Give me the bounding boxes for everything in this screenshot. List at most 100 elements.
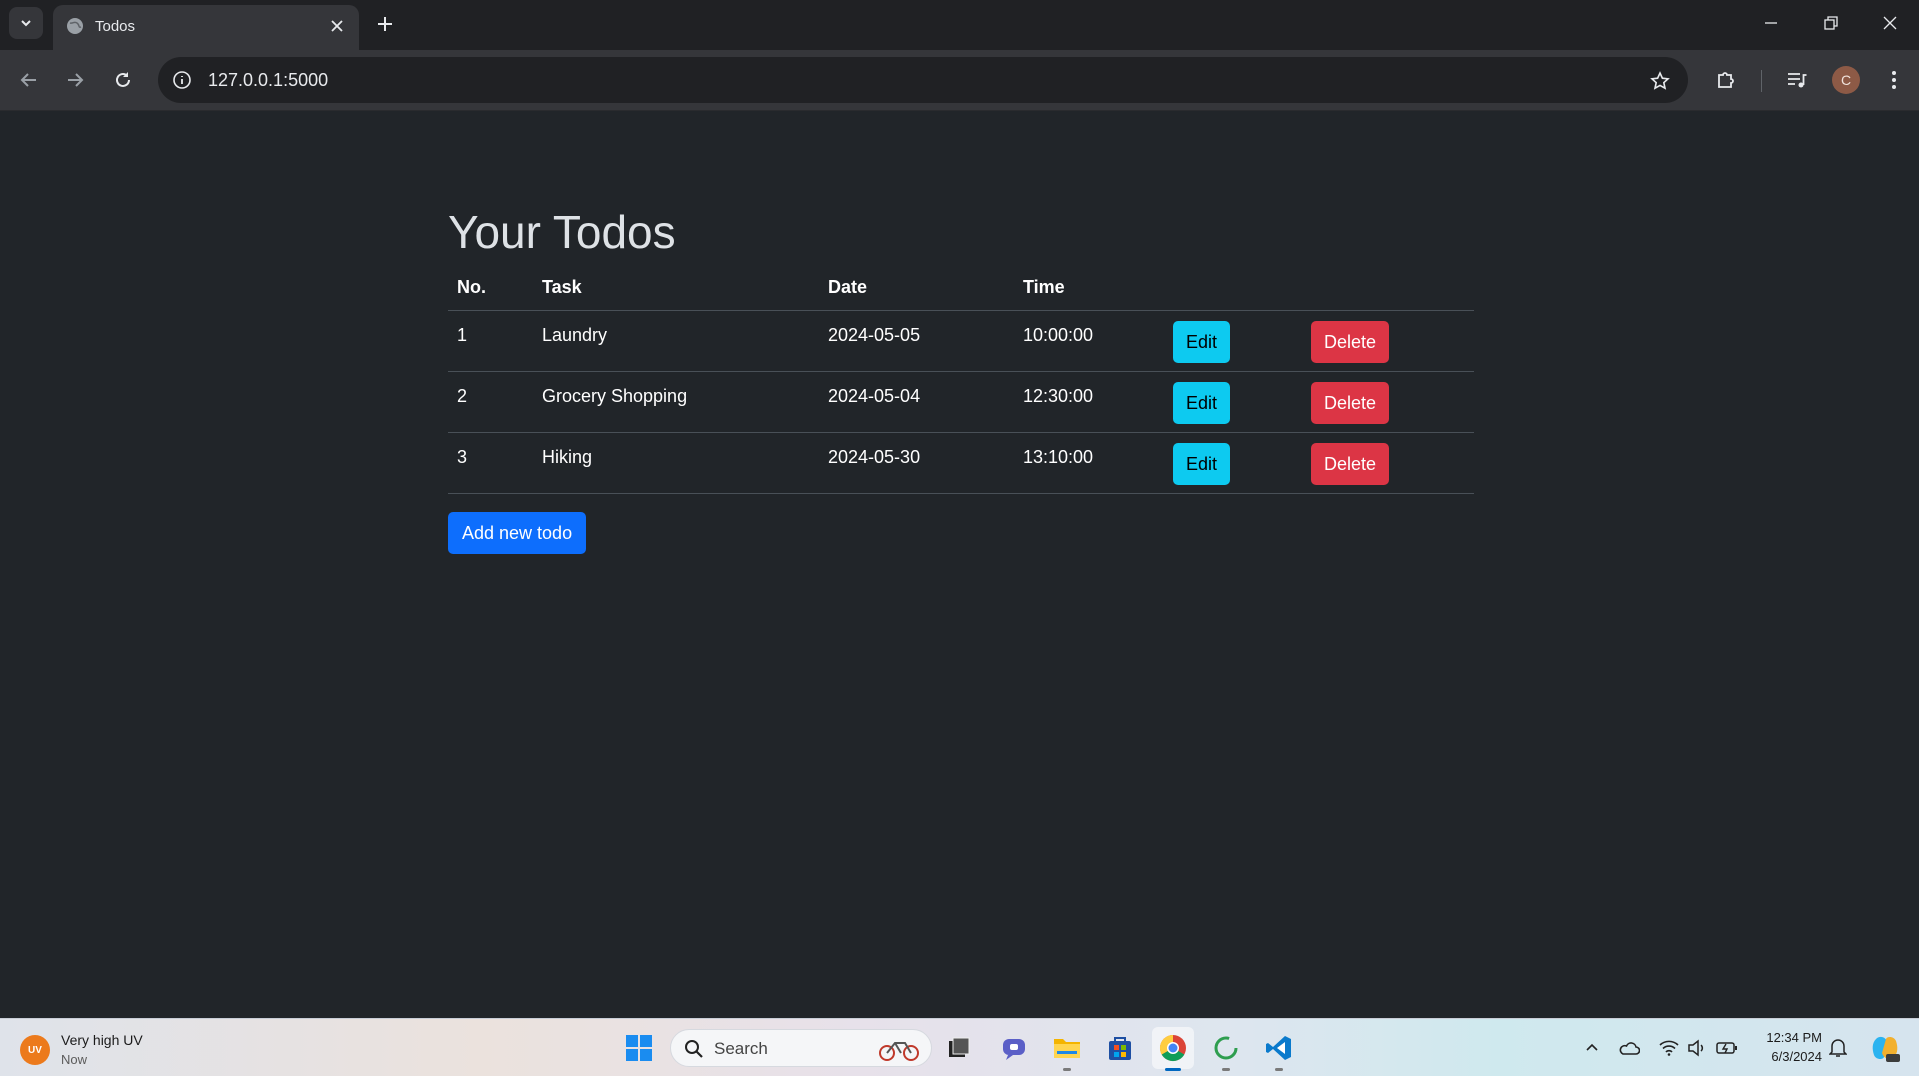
chat-icon <box>1003 1039 1025 1060</box>
cell-delete: Delete <box>1302 432 1474 494</box>
windows-logo-icon <box>626 1035 652 1061</box>
restore-button[interactable] <box>1801 0 1861 46</box>
chevron-up-icon <box>1586 1043 1598 1051</box>
back-button[interactable] <box>12 63 46 97</box>
playlist-icon <box>1788 73 1807 88</box>
tab-search-button[interactable] <box>9 7 43 39</box>
taskbar-search[interactable]: Search <box>670 1029 932 1067</box>
bell-icon <box>1829 1039 1847 1057</box>
cell-time: 12:30:00 <box>1014 371 1164 433</box>
cell-delete: Delete <box>1302 310 1474 372</box>
task-view-icon <box>949 1037 970 1057</box>
extensions-button[interactable] <box>1709 63 1743 97</box>
battery-button[interactable] <box>1714 1035 1740 1061</box>
running-indicator <box>1063 1068 1071 1071</box>
task-view-button[interactable] <box>938 1027 980 1069</box>
weather-title: Very high UV <box>61 1032 143 1048</box>
table-row: 2 Grocery Shopping 2024-05-04 12:30:00 E… <box>448 371 1474 433</box>
taskbar-clock[interactable]: 12:34 PM 6/3/2024 <box>1752 1028 1822 1066</box>
site-info-button[interactable] <box>168 66 196 94</box>
uv-icon: UV <box>20 1035 50 1065</box>
column-header-time: Time <box>1014 266 1164 311</box>
wifi-icon <box>1659 1040 1679 1056</box>
wifi-button[interactable] <box>1656 1035 1682 1061</box>
reload-button[interactable] <box>106 63 140 97</box>
cell-delete: Delete <box>1302 371 1474 433</box>
store-icon <box>1109 1037 1131 1060</box>
delete-button[interactable]: Delete <box>1311 442 1390 485</box>
cell-edit: Edit <box>1164 432 1302 494</box>
clock-time: 12:34 PM <box>1766 1030 1822 1045</box>
column-header-task: Task <box>533 266 819 311</box>
close-icon <box>1883 16 1897 30</box>
puzzle-icon <box>1718 72 1734 88</box>
weather-widget[interactable]: UV Very high UV Now <box>20 1031 200 1071</box>
minimize-button[interactable] <box>1741 0 1801 46</box>
cell-task: Laundry <box>533 310 819 372</box>
cell-task: Hiking <box>533 432 819 494</box>
edit-button[interactable]: Edit <box>1173 442 1231 485</box>
search-placeholder: Search <box>714 1039 768 1058</box>
cell-no: 1 <box>448 310 533 372</box>
start-button[interactable] <box>618 1027 660 1069</box>
arrow-right-icon <box>68 73 84 87</box>
more-vert-icon <box>1892 71 1896 89</box>
copilot-button[interactable] <box>1868 1031 1902 1065</box>
cell-no: 3 <box>448 432 533 494</box>
table-row: 3 Hiking 2024-05-30 13:10:00 Edit Delete <box>448 432 1474 494</box>
cell-edit: Edit <box>1164 371 1302 433</box>
profile-avatar[interactable]: C <box>1832 66 1860 94</box>
cell-time: 10:00:00 <box>1014 310 1164 372</box>
close-window-button[interactable] <box>1860 0 1919 46</box>
edit-button[interactable]: Edit <box>1173 381 1231 424</box>
column-header-date: Date <box>819 266 1014 311</box>
volume-button[interactable] <box>1684 1035 1710 1061</box>
chrome-button[interactable] <box>1152 1027 1194 1071</box>
table-header-row: No. Task Date Time <box>448 266 1474 311</box>
speaker-icon <box>1688 1039 1704 1057</box>
new-tab-button[interactable] <box>370 9 400 39</box>
cell-date: 2024-05-05 <box>819 310 1014 372</box>
app-button[interactable] <box>1205 1027 1247 1071</box>
page-title: Your Todos <box>448 206 676 258</box>
arrow-left-icon <box>20 73 36 87</box>
column-header-delete <box>1302 266 1474 311</box>
column-header-no: No. <box>448 266 533 311</box>
running-indicator <box>1275 1068 1283 1071</box>
table-row: 1 Laundry 2024-05-05 10:00:00 Edit Delet… <box>448 310 1474 372</box>
cell-date: 2024-05-04 <box>819 371 1014 433</box>
close-icon <box>331 20 343 32</box>
vscode-button[interactable] <box>1258 1027 1300 1071</box>
microsoft-store-button[interactable] <box>1099 1027 1141 1069</box>
teams-chat-button[interactable] <box>993 1027 1035 1069</box>
taskbar: UV Very high UV Now Search 12:34 PM 6/3/… <box>0 1018 1919 1076</box>
cell-date: 2024-05-30 <box>819 432 1014 494</box>
onedrive-button[interactable] <box>1616 1035 1642 1061</box>
bookmark-button[interactable] <box>1646 67 1674 95</box>
delete-button[interactable]: Delete <box>1311 381 1390 424</box>
delete-button[interactable]: Delete <box>1311 320 1390 363</box>
todo-table: No. Task Date Time 1 Laundry 2024-05-05 … <box>448 266 1474 494</box>
battery-icon <box>1716 1042 1737 1054</box>
add-todo-button[interactable]: Add new todo <box>448 511 587 554</box>
browser-tab-strip: Todos <box>0 0 1919 50</box>
minimize-icon <box>1765 22 1777 24</box>
cloud-icon <box>1619 1042 1640 1055</box>
browser-menu-button[interactable] <box>1877 63 1911 97</box>
address-bar[interactable]: 127.0.0.1:5000 <box>158 57 1688 103</box>
weather-subtitle: Now <box>61 1052 88 1067</box>
cell-no: 2 <box>448 371 533 433</box>
reload-icon <box>116 72 130 87</box>
notifications-button[interactable] <box>1825 1035 1851 1061</box>
forward-button[interactable] <box>58 63 92 97</box>
todo-container: Your Todos No. Task Date Time 1 Laundry … <box>448 204 1474 554</box>
url-text[interactable]: 127.0.0.1:5000 <box>208 70 328 91</box>
edit-button[interactable]: Edit <box>1173 320 1231 363</box>
close-tab-button[interactable] <box>325 14 349 38</box>
browser-tab[interactable]: Todos <box>53 5 359 50</box>
show-hidden-icons-button[interactable] <box>1579 1035 1605 1061</box>
vscode-icon <box>1266 1036 1291 1060</box>
cell-edit: Edit <box>1164 310 1302 372</box>
file-explorer-button[interactable] <box>1046 1027 1088 1071</box>
media-controls-button[interactable] <box>1780 63 1814 97</box>
